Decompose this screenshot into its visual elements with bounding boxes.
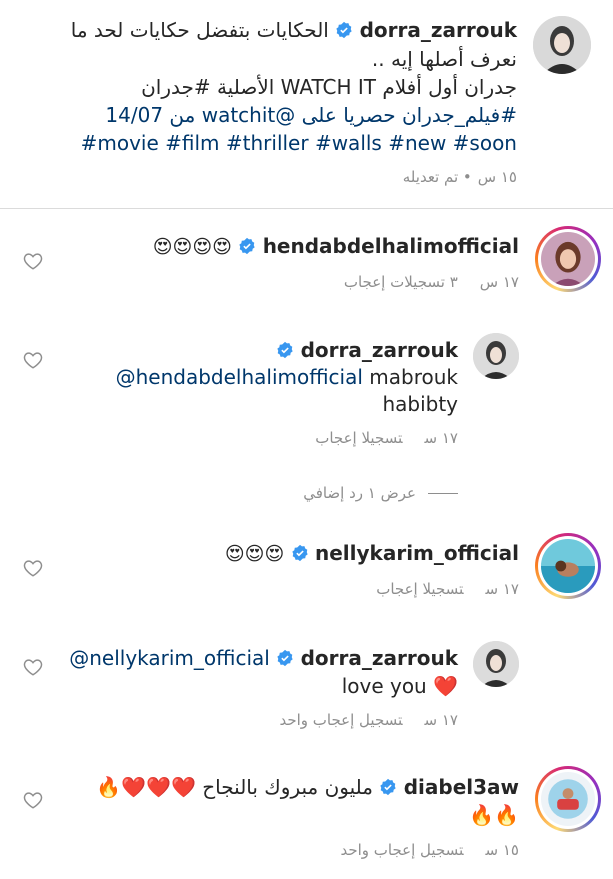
comment-3-meta: ١٧ س تسجيلا إعجاب <box>354 579 519 599</box>
comment-3-line: nellykarim_official 😍😍😍 <box>225 540 519 567</box>
comment-1-meta: ١٧ س ٣ تسجيلات إعجاب <box>322 272 519 292</box>
comment-2-meta: ١٧ س تسجيلا إعجاب <box>293 428 458 448</box>
comment-1-line: hendabdelhalimofficial 😍😍😍😍 <box>153 233 519 260</box>
avatar[interactable] <box>535 533 601 599</box>
username[interactable]: dorra_zarrouk <box>301 338 458 362</box>
verified-badge-icon <box>379 778 397 796</box>
caption-text: الحكايات بتفضل حكايات لحد ما <box>70 18 329 42</box>
comment-text: مليون مبروك بالنجاح ❤️❤️❤️🔥 <box>96 775 373 799</box>
post-caption-line-1: dorra_zarrouk الحكايات بتفضل حكايات لحد … <box>71 17 517 43</box>
avatar[interactable] <box>535 226 601 292</box>
comment-text: mabrouk <box>369 365 458 389</box>
divider <box>0 208 613 209</box>
post-caption-line-2: نعرف أصلها إيه .. <box>371 47 517 71</box>
post-time: ١٥ س <box>477 168 517 186</box>
verified-badge-icon <box>238 237 256 255</box>
likes-count[interactable]: ٣ تسجيلات إعجاب <box>344 273 458 291</box>
avatar[interactable] <box>533 16 591 74</box>
view-more-replies[interactable]: عرض ١ رد إضافي <box>303 484 458 502</box>
comment-time: ١٧ س <box>424 711 458 729</box>
comment-text: 😍😍😍😍 <box>152 236 232 258</box>
mention-link[interactable]: @hendabdelhalimofficial <box>116 365 363 389</box>
username[interactable]: dorra_zarrouk <box>301 646 458 670</box>
comment-2-line-1: dorra_zarrouk <box>276 337 458 363</box>
comment-4-line-2: love you ❤️ <box>341 674 458 698</box>
comment-2-line-2: @hendabdelhalimofficial mabrouk <box>116 364 458 390</box>
heart-outline-icon[interactable] <box>22 349 44 371</box>
comment-5-line-1: diabel3aw مليون مبروك بالنجاح ❤️❤️❤️🔥 <box>96 774 519 800</box>
username[interactable]: hendabdelhalimofficial <box>263 234 519 258</box>
avatar[interactable] <box>473 641 519 687</box>
avatar[interactable] <box>535 766 601 832</box>
comment-time: ١٧ س <box>424 429 458 447</box>
divider <box>428 492 458 494</box>
username[interactable]: nellykarim_official <box>315 541 519 565</box>
comment-time: ١٧ س <box>485 580 519 598</box>
view-replies-label[interactable]: عرض ١ رد إضافي <box>303 484 416 502</box>
username[interactable]: diabel3aw <box>404 775 519 799</box>
comment-5-meta: ١٥ س تسجيل إعجاب واحد <box>318 840 519 860</box>
heart-outline-icon[interactable] <box>22 789 44 811</box>
post-caption-line-4[interactable]: #فيلم_جدران حصريا على @watchit من 14/07 <box>105 102 517 128</box>
comment-4-meta: ١٧ س تسجيل إعجاب واحد <box>257 710 458 730</box>
comment-2-line-3: habibty <box>382 392 458 416</box>
mention-link[interactable]: @nellykarim_official <box>69 646 270 670</box>
verified-badge-icon <box>276 649 294 667</box>
heart-outline-icon[interactable] <box>22 656 44 678</box>
likes-count[interactable]: تسجيلا إعجاب <box>376 580 463 598</box>
verified-badge-icon <box>291 544 309 562</box>
verified-badge-icon <box>276 341 294 359</box>
likes-count[interactable]: تسجيل إعجاب واحد <box>279 711 402 729</box>
post-caption-line-5[interactable]: #movie #film #thriller #walls #new #soon <box>81 130 517 156</box>
comment-time: ١٥ س <box>485 841 519 859</box>
avatar[interactable] <box>473 333 519 379</box>
post-caption-line-3: جدران أول أفلام WATCH IT الأصلية #جدران <box>141 75 517 99</box>
username[interactable]: dorra_zarrouk <box>360 18 517 42</box>
heart-outline-icon[interactable] <box>22 250 44 272</box>
comment-time: ١٧ س <box>479 273 519 291</box>
comment-5-line-2: 🔥🔥 <box>469 803 519 827</box>
verified-badge-icon <box>335 21 353 39</box>
edited-label: • تم تعديله <box>402 168 472 186</box>
post-meta: ١٥ س • تم تعديله <box>381 167 517 187</box>
comment-text: 😍😍😍 <box>224 543 285 565</box>
heart-outline-icon[interactable] <box>22 557 44 579</box>
likes-count[interactable]: تسجيلا إعجاب <box>315 429 402 447</box>
likes-count[interactable]: تسجيل إعجاب واحد <box>340 841 463 859</box>
comment-4-line-1: dorra_zarrouk @nellykarim_official <box>69 645 458 671</box>
